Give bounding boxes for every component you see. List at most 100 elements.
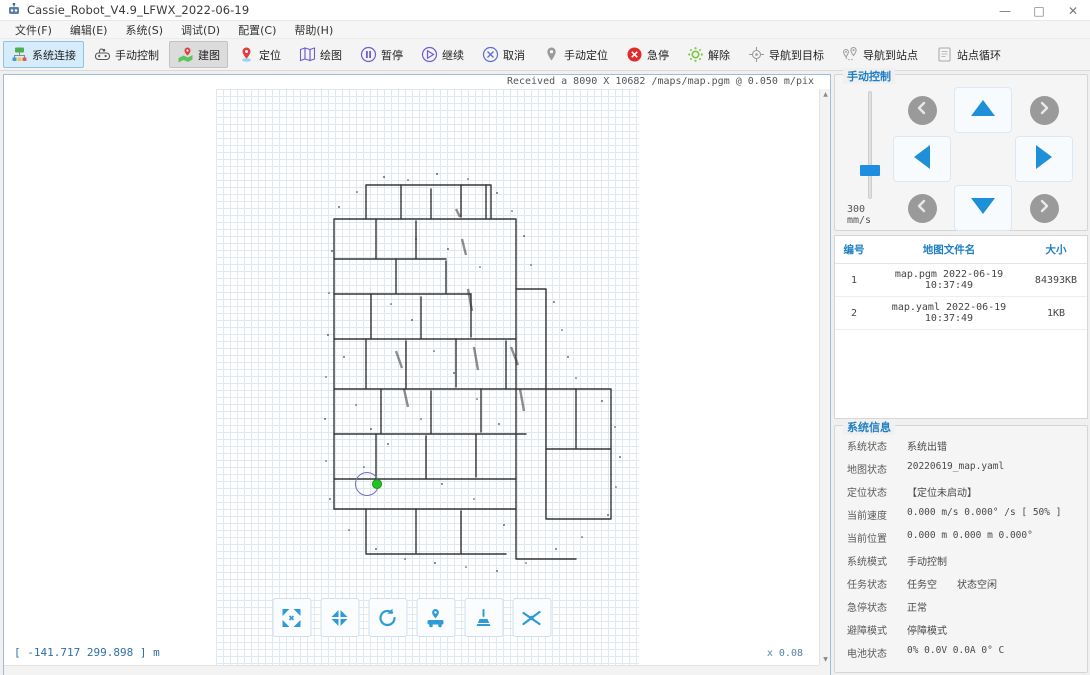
- broom-icon: [473, 607, 495, 629]
- speed-slider[interactable]: 300 mm/s: [847, 87, 893, 226]
- toolbar-label: 绘图: [320, 48, 342, 62]
- toolbar-manual-control-button[interactable]: 手动控制: [86, 41, 167, 68]
- system-info-list: 系统状态 系统出错 地图状态 20220619_map.yaml 定位状态 【定位未启…: [835, 426, 1087, 672]
- info-key: 系统状态: [847, 442, 887, 453]
- info-value: 手动控制: [907, 557, 947, 568]
- toolbar-localization-button[interactable]: 定位: [230, 41, 289, 68]
- toolbar-label: 系统连接: [32, 48, 76, 62]
- toolbar-mapping-button[interactable]: 建图: [169, 41, 228, 68]
- close-button[interactable]: ✕: [1056, 0, 1090, 21]
- column-header-id: 编号: [835, 236, 873, 264]
- info-value: 【定位未启动】: [907, 488, 977, 499]
- menu-config[interactable]: 配置(C): [229, 20, 285, 40]
- reset-rotation-button[interactable]: [368, 598, 407, 637]
- arrow-left-round-icon: [914, 100, 930, 120]
- rotate-ccw-icon: [377, 607, 399, 629]
- release-icon: [687, 46, 704, 63]
- toolbar-pause-button[interactable]: 暂停: [352, 41, 411, 68]
- maximize-button[interactable]: □: [1022, 0, 1056, 21]
- menu-file[interactable]: 文件(F): [6, 20, 61, 40]
- toolbar-system-connect-button[interactable]: 系统连接: [3, 41, 84, 68]
- map-horizontal-scrollbar[interactable]: [4, 665, 819, 675]
- move-forward-button[interactable]: [954, 87, 1012, 133]
- toolbar-resume-button[interactable]: 继续: [413, 41, 472, 68]
- emergency-stop-icon: [626, 46, 643, 63]
- map-coordinates-readout: [ -141.717 299.898 ] m: [14, 646, 160, 659]
- map-vertical-scrollbar[interactable]: ▲ ▼: [819, 89, 830, 665]
- map-file-table[interactable]: 编号 地图文件名 大小 1 map.pgm 2022-06-19 10:37:4…: [834, 235, 1088, 419]
- toolbar-navigate-to-station-button[interactable]: 导航到站点: [834, 41, 926, 68]
- network-connect-icon: [11, 46, 28, 63]
- toolbar-navigate-to-target-button[interactable]: 导航到目标: [740, 41, 832, 68]
- cell-size: 84393KB: [1025, 263, 1087, 297]
- table-row[interactable]: 2 map.yaml 2022-06-19 10:37:49 1KB: [835, 296, 1087, 330]
- map-tool-bar: [272, 598, 551, 637]
- system-info-row: 系统状态 系统出错: [847, 438, 1081, 453]
- rotate-right-lower-button[interactable]: [1029, 193, 1059, 223]
- toolbar-cancel-button[interactable]: 取消: [474, 41, 533, 68]
- table-header-row: 编号 地图文件名 大小: [835, 236, 1087, 264]
- map-canvas[interactable]: [ -141.717 299.898 ] m x 0.08: [4, 89, 819, 665]
- expand-fullscreen-button[interactable]: [272, 598, 311, 637]
- info-key: 急停状态: [847, 603, 887, 614]
- map-occupancy-render: [324, 173, 621, 572]
- map-pane[interactable]: Received a 8090 X 10682 /maps/map.pgm @ …: [3, 74, 831, 675]
- speed-slider-track[interactable]: [860, 91, 880, 199]
- table-row[interactable]: 1 map.pgm 2022-06-19 10:37:49 84393KB: [835, 263, 1087, 297]
- main-toolbar: 系统连接 手动控制 建图 定位 绘图 暂停 继续 取消 手动定位 急停 解除 导…: [0, 39, 1090, 71]
- arrow-left-round-icon: [914, 198, 930, 218]
- system-info-row: 系统模式 手动控制: [847, 553, 1081, 568]
- scroll-down-icon[interactable]: ▼: [820, 654, 830, 665]
- navigate-target-icon: [748, 46, 765, 63]
- menu-help[interactable]: 帮助(H): [285, 20, 342, 40]
- info-value: 20220619_map.yaml: [907, 461, 1005, 472]
- system-info-row: 避障模式 停障模式: [847, 622, 1081, 637]
- menu-edit[interactable]: 编辑(E): [61, 20, 117, 40]
- info-value: 系统出错: [907, 442, 947, 453]
- toolbar-manual-localization-button[interactable]: 手动定位: [535, 41, 616, 68]
- arrow-left-icon: [913, 143, 931, 175]
- toolbar-release-button[interactable]: 解除: [679, 41, 738, 68]
- move-backward-button[interactable]: [954, 185, 1012, 231]
- arrow-down-icon: [969, 197, 997, 219]
- play-icon: [421, 46, 438, 63]
- info-key: 任务状态: [847, 580, 887, 591]
- arrow-right-icon: [1035, 143, 1053, 175]
- menu-system[interactable]: 系统(S): [116, 20, 172, 40]
- toolbar-draw-map-button[interactable]: 绘图: [291, 41, 350, 68]
- rotate-right-upper-button[interactable]: [1029, 95, 1059, 125]
- turn-left-button[interactable]: [893, 136, 951, 182]
- toolbar-station-loop-button[interactable]: 站点循环: [928, 41, 1009, 68]
- toolbar-label: 站点循环: [957, 48, 1001, 62]
- minimize-button[interactable]: —: [988, 0, 1022, 21]
- info-value: 0.000 m 0.000 m 0.000°: [907, 530, 1033, 541]
- toolbar-label: 手动定位: [564, 48, 608, 62]
- turn-right-button[interactable]: [1015, 136, 1073, 182]
- locate-robot-button[interactable]: [416, 598, 455, 637]
- rotate-left-lower-button[interactable]: [907, 193, 937, 223]
- toolbar-label: 急停: [647, 48, 669, 62]
- speed-slider-thumb[interactable]: [860, 165, 880, 176]
- info-key: 定位状态: [847, 488, 887, 499]
- menu-debug[interactable]: 调试(D): [172, 20, 229, 40]
- scroll-up-icon[interactable]: ▲: [820, 89, 830, 100]
- toolbar-emergency-stop-button[interactable]: 急停: [618, 41, 677, 68]
- cell-id: 2: [835, 296, 873, 330]
- collapse-button[interactable]: [320, 598, 359, 637]
- edit-path-button[interactable]: [512, 598, 551, 637]
- system-info-row: 地图状态 20220619_map.yaml: [847, 461, 1081, 476]
- info-value: 正常: [907, 603, 927, 614]
- toolbar-label: 继续: [442, 48, 464, 62]
- info-key: 地图状态: [847, 465, 887, 476]
- arrow-right-round-icon: [1036, 100, 1052, 120]
- expand-arrows-icon: [281, 607, 303, 629]
- system-info-row: 定位状态 【定位未启动】: [847, 484, 1081, 499]
- rotate-left-upper-button[interactable]: [907, 95, 937, 125]
- title-bar: Cassie_Robot_V4.9_LFWX_2022-06-19 — □ ✕: [0, 0, 1090, 21]
- clear-map-button[interactable]: [464, 598, 503, 637]
- info-value: 0.000 m/s 0.000° /s [ 50% ]: [907, 507, 1062, 518]
- manual-pin-icon: [543, 46, 560, 63]
- collapse-arrows-icon: [329, 607, 351, 629]
- cancel-x-icon: [482, 46, 499, 63]
- system-info-title: 系统信息: [843, 419, 895, 435]
